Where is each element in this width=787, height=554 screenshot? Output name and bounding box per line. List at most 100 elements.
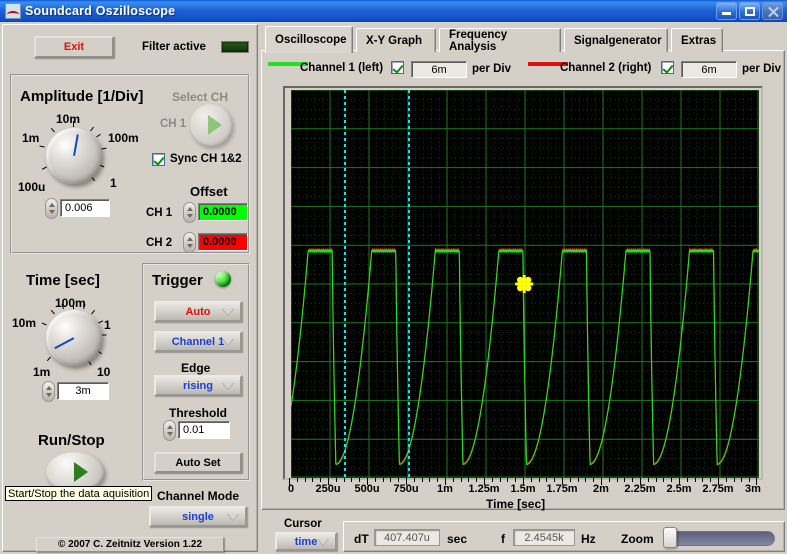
minimize-button[interactable] (716, 2, 737, 20)
axis-tick (429, 478, 431, 482)
dt-label: dT (354, 532, 369, 546)
axis-tick (359, 478, 361, 482)
f-label: f (501, 532, 505, 546)
axis-tick (499, 478, 501, 482)
auto-set-button[interactable]: Auto Set (154, 452, 242, 473)
tab-frequency-analysis[interactable]: Frequency Analysis (439, 28, 561, 53)
axis-tick (320, 478, 322, 482)
run-stop-title: Run/Stop (38, 432, 105, 449)
select-ch-button[interactable] (190, 104, 232, 146)
trigger-edge-select[interactable]: rising (154, 375, 242, 396)
channel1-name: Channel 1 (left) (300, 62, 384, 74)
amplitude-tick-10m: 10m (56, 112, 81, 126)
threshold-spinner[interactable] (163, 420, 176, 441)
threshold-value[interactable]: 0.01 (178, 421, 230, 439)
tab-x-y-graph[interactable]: X-Y Graph (356, 28, 436, 52)
axis-tick (577, 478, 579, 482)
time-tick-100m: 100m (55, 296, 86, 310)
time-spinner[interactable] (42, 381, 55, 402)
amplitude-tick-1: 1 (110, 176, 117, 190)
window-controls (716, 2, 785, 20)
oscilloscope-plot-container[interactable] (283, 86, 763, 480)
axis-tick (593, 478, 595, 482)
cursor-mode-select[interactable]: time (275, 532, 337, 551)
zoom-slider-thumb[interactable] (663, 527, 677, 548)
chevron-down-icon (227, 513, 239, 521)
tab-label: Signalgenerator (574, 34, 662, 47)
axis-tick (335, 478, 337, 482)
zoom-slider-track[interactable] (663, 531, 775, 546)
channel1-per-div-label: per Div (472, 63, 511, 75)
axis-tick (382, 478, 384, 482)
time-cursor-2[interactable] (407, 90, 410, 478)
tab-signalgenerator[interactable]: Signalgenerator (564, 28, 668, 52)
amplitude-title: Amplitude [1/Div] (20, 88, 144, 105)
trigger-title: Trigger (152, 272, 203, 289)
tab-extras[interactable]: Extras (671, 28, 723, 52)
amplitude-knob[interactable] (39, 121, 107, 184)
x-axis-tick-label: 0 (287, 483, 295, 495)
offset-ch1-value[interactable]: 0.0000 (198, 203, 248, 221)
axis-tick (468, 478, 470, 482)
sync-checkbox[interactable] (152, 153, 165, 166)
x-axis-labels: 0 250u 500u 750u 1m 1.25m 1.5m 1.75m 2m 2.25m 2.5m… (283, 483, 763, 497)
threshold-label: Threshold (169, 406, 228, 420)
x-axis-tick-label: 250u (315, 483, 341, 495)
title-bar: Soundcard Oszilloscope (0, 0, 787, 22)
axis-tick (655, 478, 657, 482)
amplitude-tick-1m: 1m (22, 131, 40, 145)
maximize-button[interactable] (739, 2, 760, 20)
offset-ch2-spinner[interactable] (183, 232, 196, 253)
filter-active-label: Filter active (142, 41, 206, 53)
dt-unit: sec (447, 532, 468, 546)
x-axis-tick-label: 3m (745, 483, 761, 495)
time-knob[interactable] (41, 303, 107, 366)
axis-tick (476, 478, 478, 482)
axis-tick (624, 478, 626, 482)
time-cursor-1[interactable] (344, 90, 346, 478)
tab-label: Frequency Analysis (449, 28, 508, 53)
chevron-down-icon (222, 338, 234, 346)
close-button[interactable] (762, 2, 783, 20)
chevron-down-icon (222, 308, 234, 316)
dt-value: 407.407u (374, 529, 440, 546)
channel2-enable-checkbox[interactable] (661, 61, 674, 74)
channel1-per-div-value[interactable]: 6m (411, 61, 467, 78)
axis-tick (694, 478, 696, 482)
axis-tick (725, 478, 727, 482)
axis-tick (343, 478, 345, 482)
oscilloscope-plot[interactable] (291, 90, 759, 478)
axis-tick (585, 478, 587, 482)
tab-bar: Oscilloscope X-Y Graph Frequency Analysis S… (261, 26, 783, 53)
axis-tick (460, 478, 462, 482)
trigger-mode-select[interactable]: Auto (154, 301, 242, 322)
exit-button[interactable]: Exit (34, 36, 114, 58)
run-stop-tooltip: Start/Stop the data aquisition (5, 486, 153, 501)
axis-tick (452, 478, 454, 482)
tab-label: Oscilloscope (275, 34, 347, 46)
amplitude-value[interactable]: 0.006 (60, 199, 110, 217)
channel-mode-select[interactable]: single (149, 506, 247, 527)
trigger-source-value: Channel 1 (171, 335, 225, 348)
axis-tick (616, 478, 618, 482)
chevron-down-icon (222, 382, 234, 390)
x-axis-tick-label: 750u (393, 483, 419, 495)
x-axis-tick-label: 2.25m (624, 483, 656, 495)
x-axis-tick-label: 2.5m (666, 483, 692, 495)
offset-ch2-value[interactable]: 0.0000 (198, 233, 248, 251)
copyright-label: © 2007 C. Zeitnitz Version 1.22 (36, 537, 224, 552)
axis-tick (538, 478, 540, 482)
amplitude-spinner[interactable] (45, 198, 58, 219)
edge-label: Edge (181, 361, 211, 375)
channel2-per-div-value[interactable]: 6m (681, 61, 737, 78)
tab-oscilloscope[interactable]: Oscilloscope (265, 26, 353, 53)
channel1-enable-checkbox[interactable] (391, 61, 404, 74)
trigger-source-select[interactable]: Channel 1 (154, 331, 242, 352)
chevron-down-icon (317, 538, 329, 546)
axis-tick (374, 478, 376, 482)
offset-ch1-spinner[interactable] (183, 202, 196, 223)
time-value[interactable]: 3m (57, 382, 109, 400)
time-title: Time [sec] (26, 272, 100, 289)
tab-label: X-Y Graph (366, 34, 423, 47)
axis-tick (413, 478, 415, 482)
